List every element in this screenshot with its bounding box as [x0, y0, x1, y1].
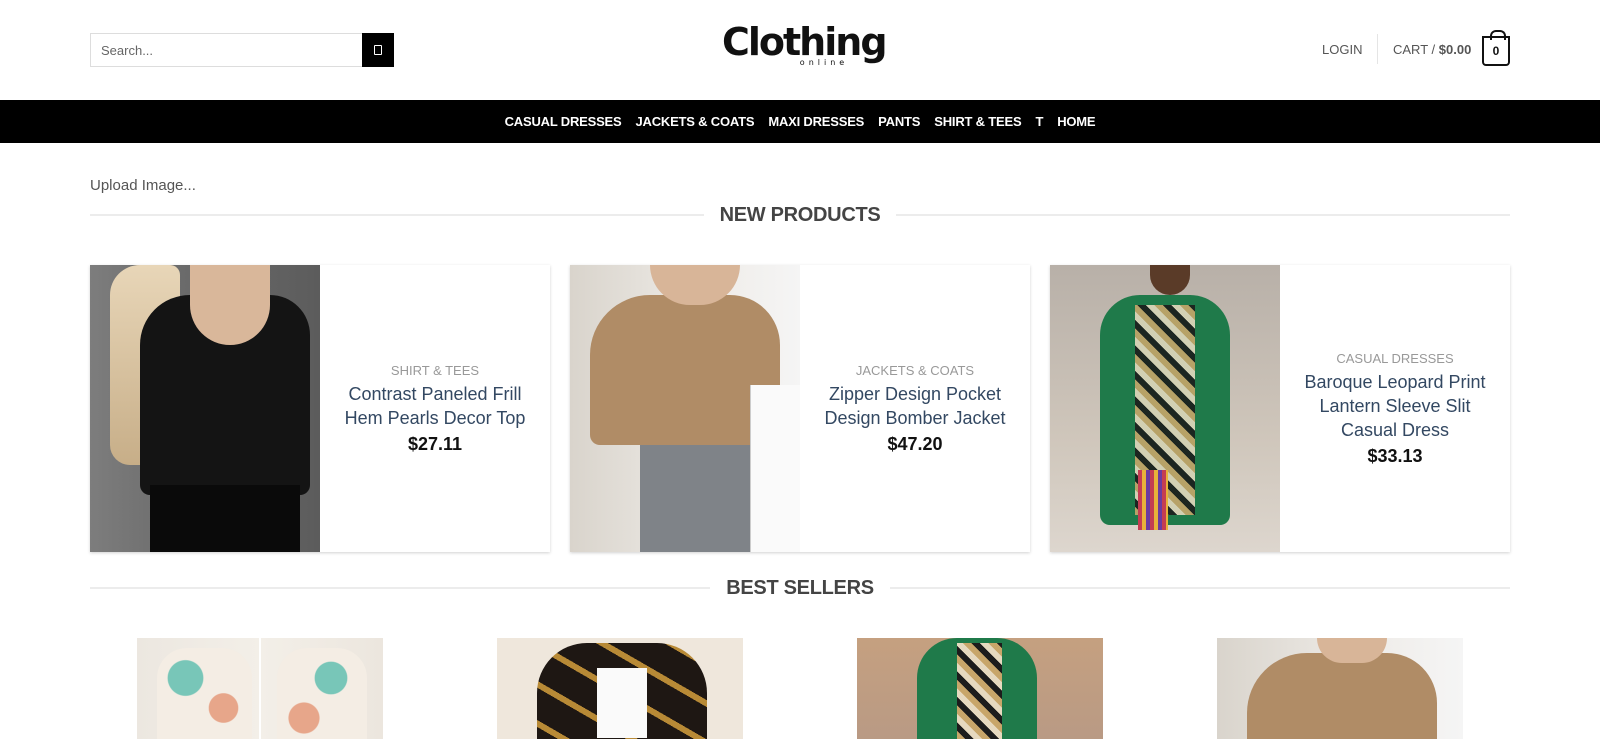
best-sellers-heading: BEST SELLERS	[90, 576, 1511, 600]
main-nav: CASUAL DRESSES JACKETS & COATS MAXI DRES…	[0, 100, 1600, 143]
search-input[interactable]	[90, 33, 362, 67]
product-image[interactable]	[570, 265, 800, 552]
cart-count: 0	[1492, 44, 1500, 58]
section-title: NEW PRODUCTS	[719, 203, 881, 226]
product-title[interactable]: Zipper Design Pocket Design Bomber Jacke…	[824, 382, 1006, 430]
divider-line	[90, 214, 704, 216]
product-card[interactable]: CASUAL DRESSES Baroque Leopard Print Lan…	[1050, 265, 1510, 552]
nav-item-shirt-tees[interactable]: SHIRT & TEES	[934, 114, 1021, 129]
best-seller-image[interactable]	[857, 638, 1103, 739]
product-price: $27.11	[407, 433, 463, 454]
product-info: JACKETS & COATS Zipper Design Pocket Des…	[800, 265, 1030, 552]
site-header: Clothing online LOGIN CART / $0.00 0	[0, 0, 1600, 100]
login-link[interactable]: LOGIN	[1322, 42, 1362, 57]
header-divider	[1377, 34, 1378, 64]
nav-item-jackets-coats[interactable]: JACKETS & COATS	[635, 114, 754, 129]
upload-image-link[interactable]: Upload Image...	[90, 177, 196, 194]
cart-total: $0.00	[1438, 42, 1472, 57]
product-image[interactable]	[90, 265, 320, 552]
product-title[interactable]: Contrast Paneled Frill Hem Pearls Decor …	[344, 382, 526, 430]
product-title[interactable]: Baroque Leopard Print Lantern Sleeve Sli…	[1304, 370, 1486, 442]
product-category: JACKETS & COATS	[855, 362, 975, 378]
product-price: $47.20	[887, 433, 943, 454]
product-info: SHIRT & TEES Contrast Paneled Frill Hem …	[320, 265, 550, 552]
nav-item-casual-dresses[interactable]: CASUAL DRESSES	[505, 114, 622, 129]
new-products-heading: NEW PRODUCTS	[90, 203, 1510, 227]
nav-item-home[interactable]: HOME	[1057, 114, 1095, 129]
product-card[interactable]: SHIRT & TEES Contrast Paneled Frill Hem …	[90, 265, 550, 552]
site-logo[interactable]: Clothing online	[722, 20, 888, 76]
divider-line	[896, 214, 1510, 216]
product-image[interactable]	[1050, 265, 1280, 552]
product-category: SHIRT & TEES	[390, 362, 480, 378]
product-category: CASUAL DRESSES	[1336, 350, 1454, 366]
product-price: $33.13	[1367, 445, 1423, 466]
product-info: CASUAL DRESSES Baroque Leopard Print Lan…	[1280, 265, 1510, 552]
best-seller-image[interactable]	[137, 638, 383, 739]
search-form	[90, 33, 394, 67]
search-icon	[374, 45, 382, 55]
divider-line	[889, 587, 1511, 589]
nav-item-pants[interactable]: PANTS	[878, 114, 920, 129]
best-seller-image[interactable]	[1217, 638, 1463, 739]
cart-bag-icon[interactable]: 0	[1482, 30, 1510, 66]
divider-line	[90, 587, 711, 589]
section-title: BEST SELLERS	[726, 576, 874, 599]
best-seller-image[interactable]	[497, 638, 743, 739]
cart-label: CART /	[1393, 42, 1436, 57]
nav-item-t[interactable]: T	[1035, 114, 1043, 129]
cart-link[interactable]: CART / $0.00	[1393, 42, 1471, 57]
nav-item-maxi-dresses[interactable]: MAXI DRESSES	[768, 114, 864, 129]
product-card[interactable]: JACKETS & COATS Zipper Design Pocket Des…	[570, 265, 1030, 552]
search-button[interactable]	[362, 33, 394, 67]
